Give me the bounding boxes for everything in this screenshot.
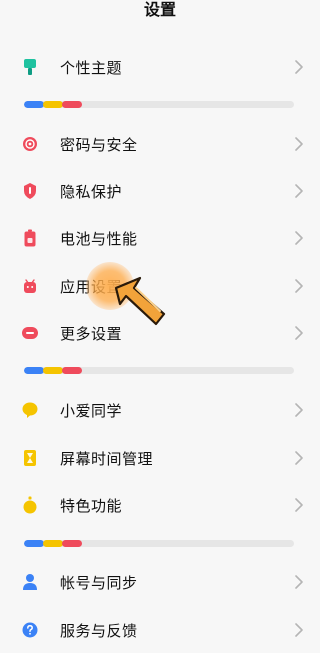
assistant-chat-icon xyxy=(20,400,40,420)
settings-item-special-features[interactable]: 特色功能 xyxy=(0,483,320,527)
help-question-icon xyxy=(20,620,40,640)
settings-item-label: 小爱同学 xyxy=(60,401,123,420)
hourglass-icon xyxy=(20,448,40,468)
settings-item-service-feedback[interactable]: 服务与反馈 xyxy=(0,608,320,652)
chevron-right-icon xyxy=(294,60,304,74)
settings-item-privacy[interactable]: 隐私保护 xyxy=(0,169,320,213)
theme-brush-icon xyxy=(20,57,40,77)
more-settings-icon xyxy=(20,323,40,343)
divider-red-segment xyxy=(62,101,82,108)
divider-yellow-segment xyxy=(43,367,63,374)
pointer-arrow-icon xyxy=(114,276,166,326)
settings-item-label: 特色功能 xyxy=(60,496,123,515)
divider-blue-segment xyxy=(24,101,44,108)
section-divider xyxy=(24,540,294,547)
chevron-right-icon xyxy=(294,451,304,465)
android-app-icon xyxy=(20,276,40,296)
divider-yellow-segment xyxy=(43,540,63,547)
divider-red-segment xyxy=(62,540,82,547)
page-title: 设置 xyxy=(143,0,176,19)
special-features-icon xyxy=(20,495,40,515)
settings-item-label: 帐号与同步 xyxy=(60,573,138,592)
chevron-right-icon xyxy=(294,231,304,245)
chevron-right-icon xyxy=(294,326,304,340)
settings-item-theme[interactable]: 个性主题 xyxy=(0,45,320,89)
section-divider xyxy=(24,367,294,374)
battery-icon xyxy=(20,228,40,248)
chevron-right-icon xyxy=(294,623,304,637)
divider-blue-segment xyxy=(24,367,44,374)
divider-blue-segment xyxy=(24,540,44,547)
privacy-shield-icon xyxy=(20,181,40,201)
settings-item-label: 隐私保护 xyxy=(60,182,123,201)
chevron-right-icon xyxy=(294,137,304,151)
settings-item-xiaoai[interactable]: 小爱同学 xyxy=(0,388,320,432)
settings-item-password-security[interactable]: 密码与安全 xyxy=(0,122,320,166)
account-person-icon xyxy=(20,572,40,592)
settings-item-label: 屏幕时间管理 xyxy=(60,449,154,468)
security-target-icon xyxy=(20,134,40,154)
settings-item-label: 电池与性能 xyxy=(60,229,138,248)
settings-item-label: 密码与安全 xyxy=(60,135,138,154)
settings-item-label: 服务与反馈 xyxy=(60,621,138,640)
settings-item-screen-time[interactable]: 屏幕时间管理 xyxy=(0,436,320,480)
settings-item-battery[interactable]: 电池与性能 xyxy=(0,216,320,260)
chevron-right-icon xyxy=(294,279,304,293)
chevron-right-icon xyxy=(294,498,304,512)
divider-yellow-segment xyxy=(43,101,63,108)
chevron-right-icon xyxy=(294,575,304,589)
settings-item-account-sync[interactable]: 帐号与同步 xyxy=(0,560,320,604)
divider-red-segment xyxy=(62,367,82,374)
chevron-right-icon xyxy=(294,184,304,198)
settings-item-label: 个性主题 xyxy=(60,58,123,77)
chevron-right-icon xyxy=(294,403,304,417)
section-divider xyxy=(24,101,294,108)
